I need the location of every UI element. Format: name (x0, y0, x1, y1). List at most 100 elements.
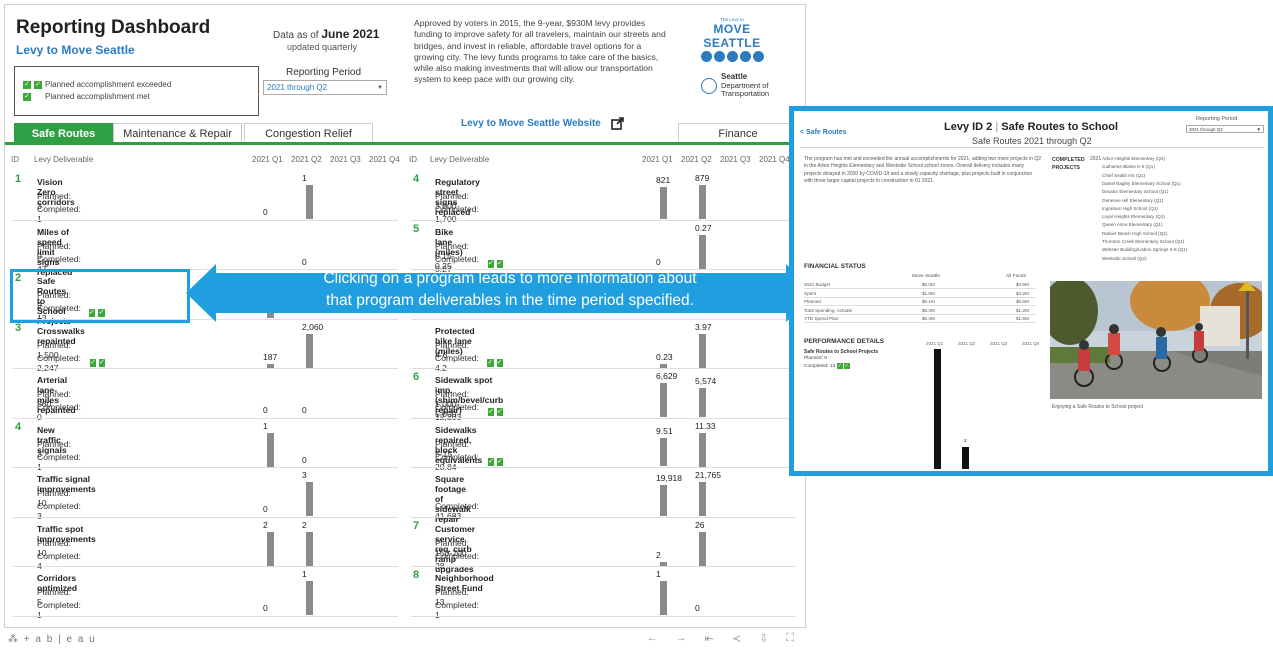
bar-q1 (660, 187, 667, 219)
value-q2: 0 (695, 603, 700, 613)
financial-row: YTD Spend Plan $0.3M $1.5M (804, 315, 1036, 324)
row-divider (13, 368, 398, 369)
completed-text: Completed: 20.84 (435, 451, 479, 472)
move-seattle-logo: The Levy to MOVE SEATTLE (691, 17, 773, 62)
reporting-period-value: 2021 through Q2 (267, 83, 328, 92)
financial-status-heading: FINANCIAL STATUS (804, 263, 866, 270)
value-q1: 0.23 (656, 351, 673, 362)
completed-school: Arbor Heights Elementary (Q2) (1102, 156, 1166, 161)
bar-q2 (699, 388, 706, 417)
fullscreen-icon[interactable]: ⛶ (786, 632, 794, 645)
tab-congestion-relief[interactable]: Congestion Relief (244, 123, 373, 143)
legend-exceeded-label: Planned accomplishment exceeded (45, 80, 172, 89)
row-id: 3 (15, 321, 22, 334)
panel-reporting-period-value: 2021 through Q2 (1189, 126, 1223, 132)
completed-value: Completed: 1 (435, 600, 479, 620)
selected-row-highlight (10, 269, 190, 323)
financial-row: Spent $1.0M $4.2M (804, 290, 1036, 298)
dashboard-title: Reporting Dashboard (16, 17, 211, 38)
bar-q1 (660, 383, 667, 417)
undo-icon[interactable]: ← (647, 632, 658, 645)
completed-value: Completed: 20.84 ✓✓ (435, 452, 503, 472)
mode-icons (691, 51, 773, 62)
financial-row-all-funds: $1.2M (1016, 307, 1029, 313)
check-icon: ✓ (488, 457, 495, 466)
check-icon: ✓ (488, 408, 495, 416)
bar-q2 (306, 531, 313, 566)
panel-description: The program has met and exceeded the ann… (804, 156, 1042, 185)
as-of-prefix: Data as of (273, 30, 319, 41)
panel-title: Levy ID 2 | Safe Routes to School (944, 121, 1119, 133)
financial-row-all-funds: $4.6M (1016, 282, 1029, 287)
completed-year: 2021 (1090, 156, 1102, 162)
download-icon[interactable]: ⇩ (759, 632, 768, 645)
completed-school: Genesee Hill Elementary (Q1) (1102, 197, 1164, 203)
financial-row-label: Spent (804, 290, 817, 296)
row-divider (411, 566, 796, 567)
col-header-q1: 2021 Q1 (252, 155, 283, 164)
row-divider (411, 368, 796, 369)
safe-routes-photo (1050, 281, 1262, 399)
completed-value: Completed: 0 (37, 402, 81, 422)
completed-text: Completed: 1 (435, 600, 479, 620)
bar-q1 (660, 484, 667, 516)
performance-details-heading: PERFORMANCE DETAILS (804, 338, 885, 345)
redo-icon[interactable]: → (676, 632, 687, 645)
bar-q1 (267, 432, 274, 467)
reporting-period-select[interactable]: 2021 through Q2 ▼ (263, 80, 387, 95)
value-q2: 26 (695, 519, 705, 530)
value-q2: 5,574 (695, 376, 717, 387)
tab-finance[interactable]: Finance (678, 123, 798, 143)
row-id: 1 (15, 173, 22, 185)
check-icon: ✓ (497, 408, 503, 416)
tab-maintenance-repair[interactable]: Maintenance & Repair (113, 123, 242, 143)
tableau-toolbar: ⁂ + a b | e a u ← → ⇤ ≺ ⇩ ⛶ (0, 630, 808, 648)
revert-icon[interactable]: ⇤ (705, 632, 714, 645)
completed-value: Completed: 3 (37, 501, 81, 521)
completed-school: Catharine Blaine K-8 (Q1) (1102, 164, 1155, 170)
completed-school: Loyal Heights Elementary (Q1) (1102, 214, 1165, 220)
row-divider (13, 219, 398, 221)
value-q1: 2 (263, 519, 268, 530)
check-icon: ✓ (23, 80, 31, 89)
row-id: 4 (15, 420, 22, 433)
value-q2: 2 (302, 519, 307, 530)
completed-school: Thornton Creek Elementary School (Q1) (1102, 239, 1185, 244)
financial-row: Planned $0.1M $0.6M (804, 298, 1036, 307)
toolbar-icons: ← → ⇤ ≺ ⇩ ⛶ (647, 632, 794, 645)
seattle-seal-icon (701, 77, 717, 94)
external-link-icon (611, 117, 624, 130)
col-header-deliverable-right: Levy Deliverable (430, 155, 490, 164)
data-as-of: Data as of June 2021 (273, 27, 379, 41)
bar-q2 (306, 482, 313, 516)
bar-q1 (267, 531, 274, 566)
panel-levy-id: Levy ID 2 (944, 121, 993, 133)
completed-text: Completed: 1 (37, 204, 81, 224)
row-id: 5 (413, 222, 420, 235)
completed-text: Completed: 4.2 (435, 352, 479, 373)
reporting-period-label: Reporting Period (286, 67, 362, 78)
panel-reporting-period-select[interactable]: 2021 through Q2 ▼ (1186, 125, 1264, 133)
financial-row-move-seattle: $0.1M (922, 299, 935, 305)
levy-website-link[interactable]: Levy to Move Seattle Website (461, 117, 624, 130)
perf-planned: Planned: 9 (804, 356, 827, 361)
value-q1: 0 (263, 207, 268, 217)
row-divider (13, 516, 398, 518)
completed-value: Completed: 1 (37, 600, 81, 620)
share-icon[interactable]: ≺ (732, 632, 741, 645)
value-q1: 187 (263, 351, 278, 362)
financial-row-label: YTD Spend Plan (804, 316, 839, 322)
col-header-q4-right: 2021 Q4 (759, 155, 790, 164)
col-header-q1-right: 2021 Q1 (642, 155, 673, 164)
bar-q1 (660, 437, 667, 467)
perf-completed-text: Completed: 13 (804, 364, 836, 369)
perf-q2: 2021 Q2 (958, 341, 976, 346)
completed-text: Completed: 0 (37, 402, 81, 422)
back-to-safe-routes-link[interactable]: < Safe Routes (800, 129, 847, 136)
check-icon: ✓ (99, 358, 105, 367)
tab-safe-routes[interactable]: Safe Routes (14, 123, 113, 143)
check-icon: ✓ (90, 358, 97, 367)
check-icon: ✓ (34, 80, 42, 89)
completed-school: Ingraham High School (Q1) (1102, 205, 1158, 211)
completed-value: Completed: 2,247 ✓✓ (37, 353, 105, 373)
